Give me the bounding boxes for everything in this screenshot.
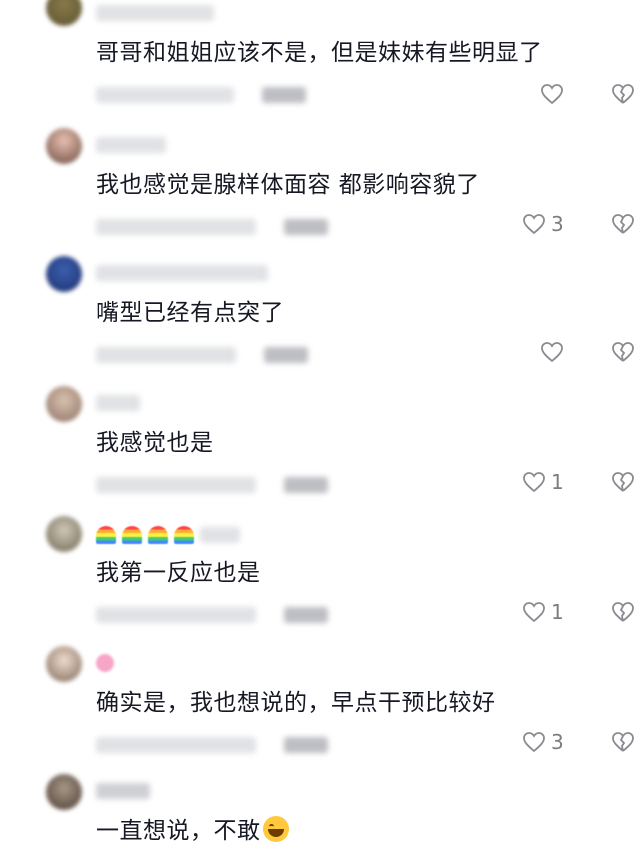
avatar[interactable]: [46, 0, 82, 26]
heart-outline-icon: [523, 472, 545, 493]
reply-button[interactable]: [284, 219, 328, 235]
dislike-button[interactable]: [611, 598, 635, 626]
reply-button[interactable]: [284, 607, 328, 623]
dislike-button[interactable]: [611, 338, 635, 366]
dislike-button[interactable]: [611, 468, 635, 496]
reply-button[interactable]: [264, 347, 308, 363]
comment-time: [96, 347, 236, 363]
like-count: 3: [551, 212, 564, 236]
comment-text: 确实是，我也想说的，早点干预比较好: [96, 690, 496, 716]
username-blurred[interactable]: [96, 652, 114, 674]
broken-heart-outline-icon: [612, 732, 634, 752]
avatar[interactable]: [46, 646, 82, 682]
comment-time: [96, 219, 256, 235]
username-blurred[interactable]: [96, 134, 166, 156]
broken-heart-outline-icon: [612, 342, 634, 362]
like-button[interactable]: [540, 80, 569, 108]
avatar[interactable]: [46, 516, 82, 552]
dislike-button[interactable]: [611, 80, 635, 108]
avatar[interactable]: [46, 774, 82, 810]
broken-heart-outline-icon: [612, 84, 634, 104]
comment-meta: [96, 86, 306, 104]
comment-text: 嘴型已经有点突了: [96, 300, 284, 326]
heart-outline-icon: [541, 342, 563, 363]
heart-outline-icon: [523, 214, 545, 235]
heart-outline-icon: [541, 84, 563, 105]
like-button[interactable]: 1: [522, 598, 564, 626]
rainbow-emoji-icon: [96, 526, 116, 544]
flower-emoji-icon: [96, 654, 114, 672]
like-button[interactable]: 3: [522, 210, 564, 238]
comment-text: 一直想说，不敢: [96, 816, 289, 846]
rainbow-emoji-icon: [122, 526, 142, 544]
avatar[interactable]: [46, 128, 82, 164]
broken-heart-outline-icon: [612, 214, 634, 234]
dislike-button[interactable]: [611, 728, 635, 756]
reply-button[interactable]: [284, 737, 328, 753]
broken-heart-outline-icon: [612, 602, 634, 622]
reply-button[interactable]: [262, 87, 306, 103]
rainbow-emoji-icon: [148, 526, 168, 544]
like-button[interactable]: [540, 338, 569, 366]
rainbow-emoji-icon: [174, 526, 194, 544]
heart-outline-icon: [523, 602, 545, 623]
comment-meta: [96, 476, 328, 494]
like-button[interactable]: 1: [522, 468, 564, 496]
comment-meta: [96, 346, 308, 364]
comment-text: 哥哥和姐姐应该不是，但是妹妹有些明显了: [96, 40, 543, 66]
comment-meta: [96, 736, 328, 754]
username-blurred[interactable]: [96, 524, 240, 546]
like-button[interactable]: 3: [522, 728, 564, 756]
comment-time: [96, 87, 234, 103]
avatar[interactable]: [46, 386, 82, 422]
like-count: 1: [551, 470, 564, 494]
comment-time: [96, 737, 256, 753]
username-blurred[interactable]: [96, 262, 268, 284]
like-count: 1: [551, 600, 564, 624]
username-blurred[interactable]: [96, 2, 214, 24]
comment-time: [96, 607, 256, 623]
rofl-emoji-icon: [262, 816, 289, 842]
username-blurred[interactable]: [96, 392, 140, 414]
broken-heart-outline-icon: [612, 472, 634, 492]
comment-meta: [96, 218, 328, 236]
like-count: 3: [551, 730, 564, 754]
heart-outline-icon: [523, 732, 545, 753]
comment-text: 我第一反应也是: [96, 560, 261, 586]
username-blurred[interactable]: [96, 780, 150, 802]
comment-meta: [96, 606, 328, 624]
dislike-button[interactable]: [611, 210, 635, 238]
comment-time: [96, 477, 256, 493]
avatar[interactable]: [46, 256, 82, 292]
comment-text: 我也感觉是腺样体面容 都影响容貌了: [96, 172, 480, 198]
comment-text: 我感觉也是: [96, 430, 214, 456]
reply-button[interactable]: [284, 477, 328, 493]
comment-text-content: 一直想说，不敢: [96, 818, 261, 844]
